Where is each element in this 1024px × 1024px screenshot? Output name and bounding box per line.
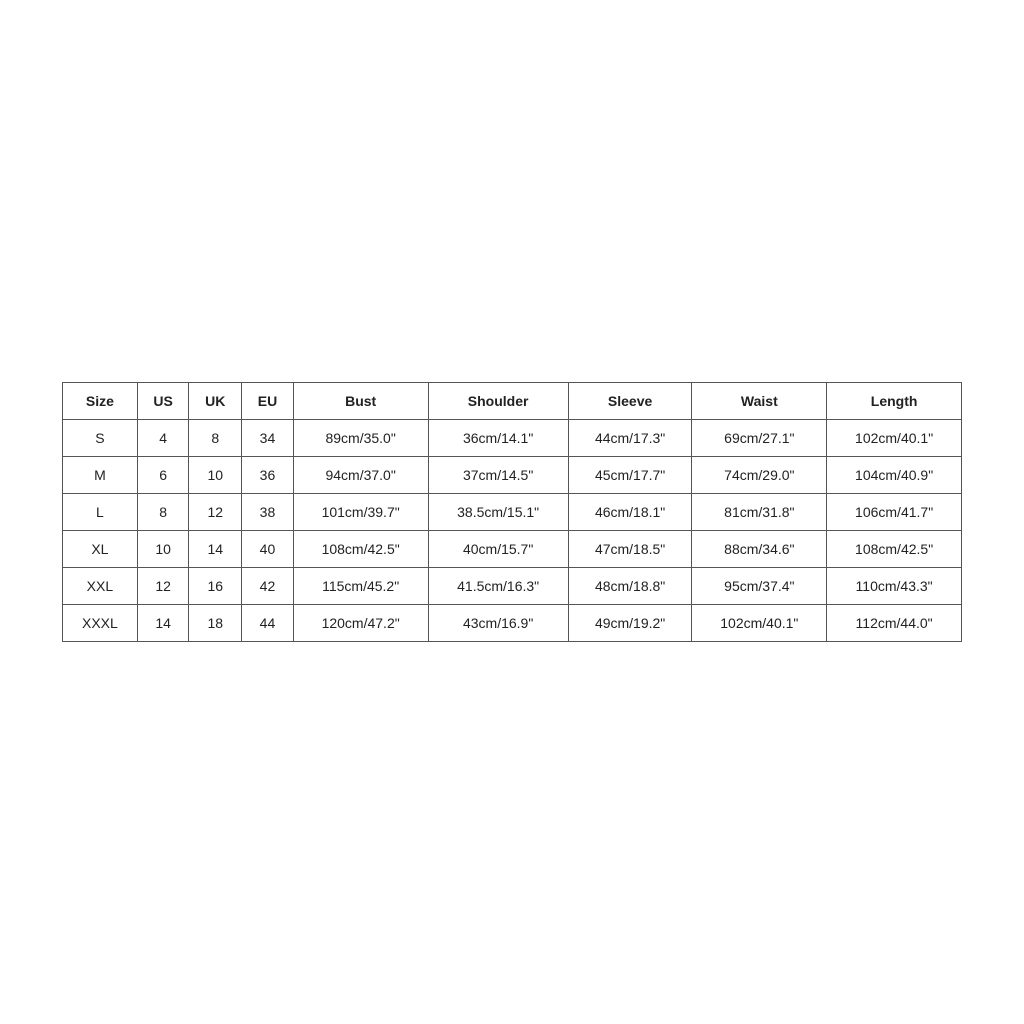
table-cell: 108cm/42.5" <box>827 531 962 568</box>
table-row: XL101440108cm/42.5"40cm/15.7"47cm/18.5"8… <box>63 531 962 568</box>
table-cell: 43cm/16.9" <box>428 605 568 642</box>
table-cell: 34 <box>242 420 294 457</box>
table-cell: 12 <box>137 568 189 605</box>
column-header-shoulder: Shoulder <box>428 383 568 420</box>
table-cell: 120cm/47.2" <box>293 605 428 642</box>
table-cell: 18 <box>189 605 242 642</box>
table-cell: 14 <box>189 531 242 568</box>
column-header-eu: EU <box>242 383 294 420</box>
table-cell: L <box>63 494 138 531</box>
table-cell: 40cm/15.7" <box>428 531 568 568</box>
table-cell: 36cm/14.1" <box>428 420 568 457</box>
table-row: XXL121642115cm/45.2"41.5cm/16.3"48cm/18.… <box>63 568 962 605</box>
table-cell: 41.5cm/16.3" <box>428 568 568 605</box>
table-row: L81238101cm/39.7"38.5cm/15.1"46cm/18.1"8… <box>63 494 962 531</box>
table-cell: 47cm/18.5" <box>568 531 692 568</box>
table-cell: 81cm/31.8" <box>692 494 827 531</box>
table-cell: 44cm/17.3" <box>568 420 692 457</box>
table-cell: 102cm/40.1" <box>827 420 962 457</box>
table-cell: XXXL <box>63 605 138 642</box>
column-header-size: Size <box>63 383 138 420</box>
table-cell: 42 <box>242 568 294 605</box>
table-cell: XXL <box>63 568 138 605</box>
table-cell: 44 <box>242 605 294 642</box>
table-cell: 74cm/29.0" <box>692 457 827 494</box>
table-cell: 8 <box>189 420 242 457</box>
table-cell: 69cm/27.1" <box>692 420 827 457</box>
table-row: XXXL141844120cm/47.2"43cm/16.9"49cm/19.2… <box>63 605 962 642</box>
size-chart-container: SizeUSUKEUBustShoulderSleeveWaistLength … <box>62 382 962 642</box>
table-cell: 8 <box>137 494 189 531</box>
table-cell: 115cm/45.2" <box>293 568 428 605</box>
table-cell: 101cm/39.7" <box>293 494 428 531</box>
table-row: S483489cm/35.0"36cm/14.1"44cm/17.3"69cm/… <box>63 420 962 457</box>
table-cell: 112cm/44.0" <box>827 605 962 642</box>
column-header-length: Length <box>827 383 962 420</box>
table-header-row: SizeUSUKEUBustShoulderSleeveWaistLength <box>63 383 962 420</box>
table-cell: 10 <box>137 531 189 568</box>
table-cell: 49cm/19.2" <box>568 605 692 642</box>
table-cell: 102cm/40.1" <box>692 605 827 642</box>
column-header-waist: Waist <box>692 383 827 420</box>
table-cell: 40 <box>242 531 294 568</box>
column-header-us: US <box>137 383 189 420</box>
table-row: M6103694cm/37.0"37cm/14.5"45cm/17.7"74cm… <box>63 457 962 494</box>
table-cell: 45cm/17.7" <box>568 457 692 494</box>
table-cell: 10 <box>189 457 242 494</box>
table-cell: 94cm/37.0" <box>293 457 428 494</box>
table-cell: 12 <box>189 494 242 531</box>
table-cell: 37cm/14.5" <box>428 457 568 494</box>
column-header-uk: UK <box>189 383 242 420</box>
table-cell: 4 <box>137 420 189 457</box>
table-cell: 48cm/18.8" <box>568 568 692 605</box>
table-cell: 110cm/43.3" <box>827 568 962 605</box>
column-header-bust: Bust <box>293 383 428 420</box>
table-cell: M <box>63 457 138 494</box>
table-cell: 89cm/35.0" <box>293 420 428 457</box>
size-chart-table: SizeUSUKEUBustShoulderSleeveWaistLength … <box>62 382 962 642</box>
table-cell: 14 <box>137 605 189 642</box>
table-cell: 36 <box>242 457 294 494</box>
table-cell: 38 <box>242 494 294 531</box>
column-header-sleeve: Sleeve <box>568 383 692 420</box>
table-cell: 88cm/34.6" <box>692 531 827 568</box>
table-cell: 38.5cm/15.1" <box>428 494 568 531</box>
table-cell: 104cm/40.9" <box>827 457 962 494</box>
table-cell: 16 <box>189 568 242 605</box>
table-cell: 46cm/18.1" <box>568 494 692 531</box>
table-cell: 108cm/42.5" <box>293 531 428 568</box>
table-cell: S <box>63 420 138 457</box>
table-cell: 95cm/37.4" <box>692 568 827 605</box>
table-cell: 6 <box>137 457 189 494</box>
table-cell: 106cm/41.7" <box>827 494 962 531</box>
table-cell: XL <box>63 531 138 568</box>
